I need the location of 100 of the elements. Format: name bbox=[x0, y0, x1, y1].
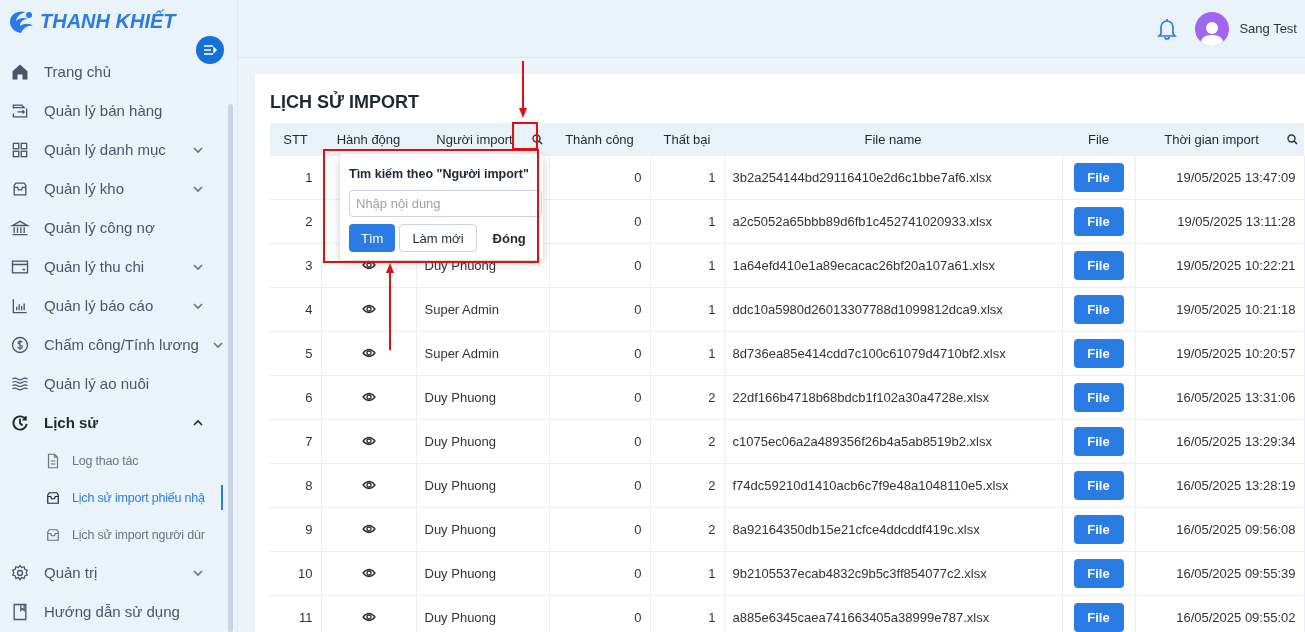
table-cell: 0 bbox=[549, 156, 650, 200]
notification-bell-icon[interactable] bbox=[1157, 17, 1178, 40]
file-button[interactable]: File bbox=[1073, 339, 1124, 368]
settings-icon bbox=[10, 562, 30, 583]
eye-icon[interactable] bbox=[361, 348, 376, 358]
sidebar-item[interactable]: Quản lý ao nuôi bbox=[0, 364, 229, 403]
table-cell: 8 bbox=[270, 463, 321, 508]
search-icon[interactable] bbox=[1285, 132, 1300, 147]
page-title: LỊCH SỬ IMPORT bbox=[270, 92, 420, 113]
column-header: Thời gian import bbox=[1135, 123, 1304, 156]
table-cell: 8d736ea85e414cdd7c100c61079d4710bf2.xlsx bbox=[724, 331, 1062, 376]
sidebar-item[interactable]: Quản lý danh mục bbox=[0, 130, 229, 169]
sidebar-subitem[interactable]: Lịch sử import người dùr bbox=[0, 516, 223, 553]
table-cell: 22df166b4718b68bdcb1f102a30a4728e.xlsx bbox=[724, 375, 1062, 420]
table-cell: c1075ec06a2a489356f26b4a5ab8519b2.xlsx bbox=[724, 419, 1062, 464]
table-cell: 7 bbox=[270, 419, 321, 464]
file-button[interactable]: File bbox=[1073, 515, 1124, 544]
table-cell: 0 bbox=[549, 507, 650, 552]
column-header: File bbox=[1062, 123, 1135, 156]
table-cell: 4 bbox=[270, 287, 321, 332]
table-cell: 16/05/2025 09:55:02 bbox=[1135, 595, 1304, 632]
search-icon[interactable] bbox=[530, 132, 545, 147]
table-cell: 16/05/2025 13:28:19 bbox=[1135, 463, 1304, 508]
table-cell: 0 bbox=[549, 243, 650, 288]
column-header: File name bbox=[724, 123, 1062, 156]
table-cell: 0 bbox=[549, 551, 650, 596]
annotation-arrow bbox=[519, 61, 527, 119]
table-cell: 5 bbox=[270, 331, 321, 376]
scrollbar[interactable] bbox=[228, 104, 233, 632]
eye-icon[interactable] bbox=[361, 392, 376, 402]
avatar[interactable] bbox=[1195, 11, 1230, 46]
chevron-icon bbox=[193, 183, 203, 194]
table-cell: 0 bbox=[549, 375, 650, 420]
table-cell: Duy Phuong bbox=[416, 375, 549, 420]
eye-icon[interactable] bbox=[361, 524, 376, 534]
eye-icon[interactable] bbox=[361, 612, 376, 622]
table-cell: Duy Phuong bbox=[416, 419, 549, 464]
eye-icon[interactable] bbox=[361, 568, 376, 578]
table-cell: Super Admin bbox=[416, 287, 549, 332]
menu-fold-icon bbox=[203, 44, 217, 56]
eye-icon[interactable] bbox=[361, 436, 376, 446]
eye-icon[interactable] bbox=[361, 304, 376, 314]
table-cell: Duy Phuong bbox=[416, 507, 549, 552]
file-button[interactable]: File bbox=[1073, 427, 1124, 456]
table-cell: 2 bbox=[650, 507, 724, 552]
table-cell: 0 bbox=[549, 595, 650, 632]
file-button[interactable]: File bbox=[1073, 295, 1124, 324]
table-cell: ddc10a5980d26013307788d1099812dca9.xlsx bbox=[724, 287, 1062, 332]
table-cell: Duy Phuong bbox=[416, 595, 549, 632]
file-button[interactable]: File bbox=[1073, 163, 1124, 192]
table-cell: 1 bbox=[650, 287, 724, 332]
table-cell: 0 bbox=[549, 287, 650, 332]
eye-icon[interactable] bbox=[361, 480, 376, 490]
eye-icon[interactable] bbox=[361, 260, 376, 270]
table-cell: 1 bbox=[270, 156, 321, 200]
sidebar-item[interactable]: Trang chủ bbox=[0, 52, 229, 91]
user-name: Sang Test bbox=[1239, 21, 1297, 36]
table-cell: 3 bbox=[270, 243, 321, 288]
table-cell: 0 bbox=[549, 331, 650, 376]
table-cell: 1 bbox=[650, 551, 724, 596]
sidebar-item[interactable]: Quản lý bán hàng bbox=[0, 91, 229, 130]
column-header: STT bbox=[270, 123, 321, 156]
chevron-icon bbox=[193, 417, 203, 428]
sidebar-item[interactable]: Quản lý công nợ bbox=[0, 208, 229, 247]
sidebar-subitem[interactable]: Lịch sử import phiếu nhậ bbox=[0, 479, 223, 516]
table-cell: 16/05/2025 13:31:06 bbox=[1135, 375, 1304, 420]
chevron-icon bbox=[193, 144, 203, 155]
collapse-menu-button[interactable] bbox=[196, 36, 224, 64]
sidebar-item[interactable]: Quản lý báo cáo bbox=[0, 286, 229, 325]
sidebar-item[interactable]: Hướng dẫn sử dụng bbox=[0, 592, 229, 631]
history-icon bbox=[10, 412, 30, 433]
sidebar-item[interactable]: Quản lý kho bbox=[0, 169, 229, 208]
table-cell: 9b2105537ecab4832c9b5c3ff854077c2.xlsx bbox=[724, 551, 1062, 596]
table-cell: 1 bbox=[650, 199, 724, 244]
table-cell: 1 bbox=[650, 156, 724, 200]
table-cell: f74dc59210d1410acb6c7f9e48a1048110e5.xlsx bbox=[724, 463, 1062, 508]
table-cell: 2 bbox=[650, 463, 724, 508]
chevron-icon bbox=[193, 300, 203, 311]
table-cell: 2 bbox=[270, 199, 321, 244]
search-input[interactable]: Nhập nội dung bbox=[349, 190, 542, 217]
file-button[interactable]: File bbox=[1073, 383, 1124, 412]
search-button[interactable]: Tìm bbox=[349, 224, 396, 252]
table-cell: 11 bbox=[270, 595, 321, 632]
sidebar-item[interactable]: Chấm công/Tính lương bbox=[0, 325, 229, 364]
table-cell: 0 bbox=[549, 463, 650, 508]
reset-button[interactable]: Làm mới bbox=[399, 224, 477, 252]
file-button[interactable]: File bbox=[1073, 251, 1124, 280]
popup-title: Tìm kiếm theo "Người import" bbox=[349, 167, 529, 181]
table-cell: 6 bbox=[270, 375, 321, 420]
sidebar-item[interactable]: Lịch sử bbox=[0, 403, 229, 442]
table-cell: Duy Phuong bbox=[416, 463, 549, 508]
table-cell: 19/05/2025 13:47:09 bbox=[1135, 156, 1304, 200]
sidebar-item[interactable]: Quản trị bbox=[0, 553, 229, 592]
sidebar-subitem[interactable]: Log thao tác bbox=[0, 442, 223, 479]
file-button[interactable]: File bbox=[1073, 603, 1124, 632]
file-button[interactable]: File bbox=[1073, 207, 1124, 236]
file-button[interactable]: File bbox=[1073, 471, 1124, 500]
table-cell: 0 bbox=[549, 199, 650, 244]
sidebar-item[interactable]: Quản lý thu chi bbox=[0, 247, 229, 286]
file-button[interactable]: File bbox=[1073, 559, 1124, 588]
